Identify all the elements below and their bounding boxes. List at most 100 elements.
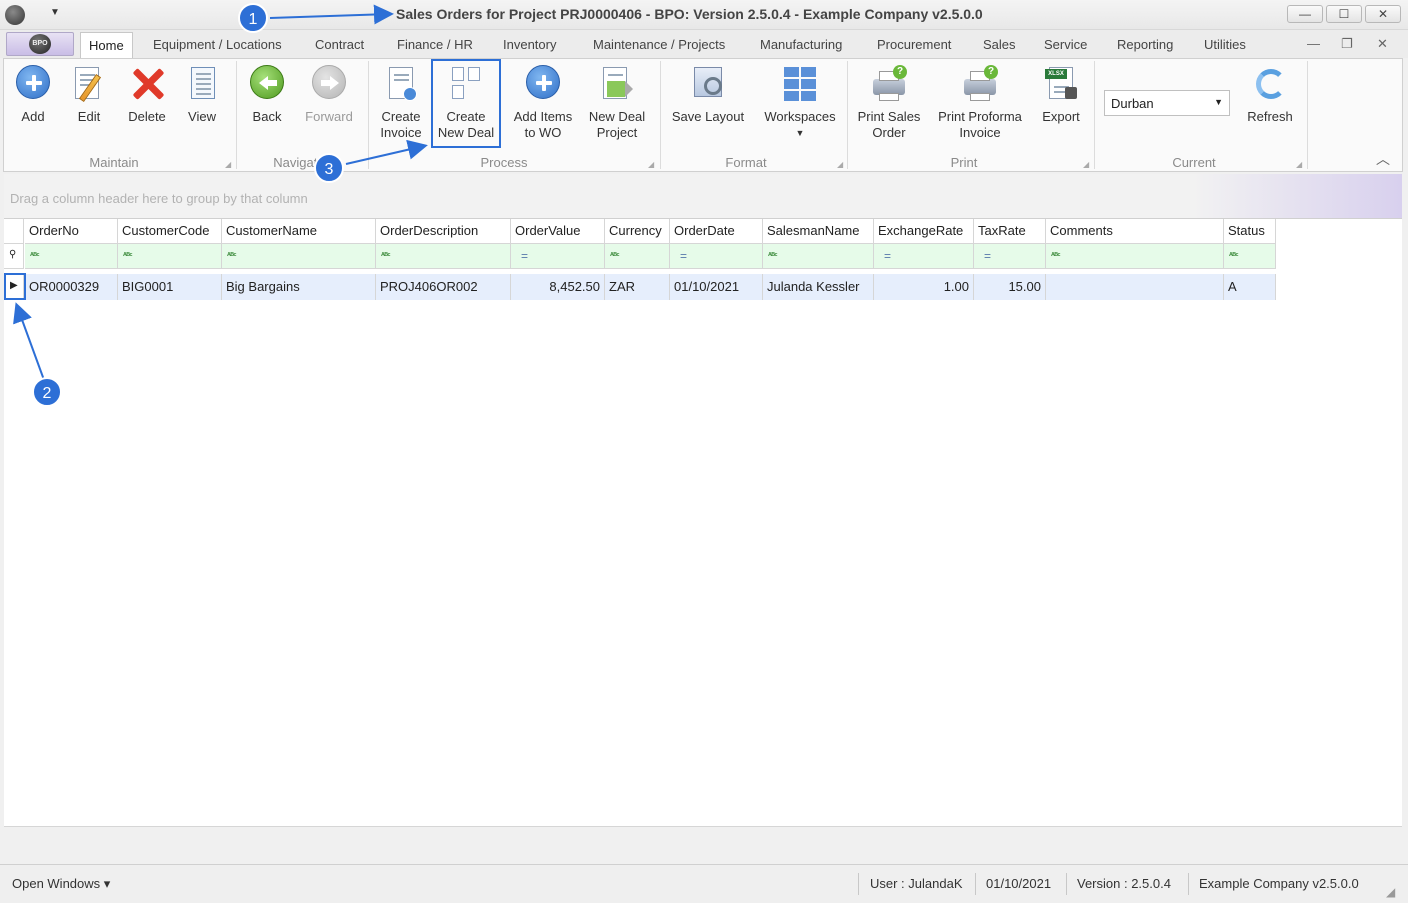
create-invoice-button[interactable]: Create Invoice [372, 63, 430, 143]
cell-customercode[interactable]: BIG0001 [118, 274, 222, 300]
cell-orderdate[interactable]: 01/10/2021 [670, 274, 763, 300]
tab-inventory[interactable]: Inventory [503, 37, 556, 52]
filter-cell-orderdescription[interactable]: ᴬᴮᶜ [376, 244, 511, 269]
status-separator [1066, 873, 1067, 895]
tab-contract[interactable]: Contract [315, 37, 364, 52]
tab-manufacturing[interactable]: Manufacturing [760, 37, 842, 52]
edit-button[interactable]: Edit [64, 63, 114, 143]
tab-utilities[interactable]: Utilities [1204, 37, 1246, 52]
new-deal-project-button[interactable]: New Deal Project [584, 63, 650, 143]
tab-service[interactable]: Service [1044, 37, 1087, 52]
ribbon-separator [1307, 61, 1308, 169]
cell-salesmanname[interactable]: Julanda Kessler [763, 274, 874, 300]
add-button[interactable]: Add [8, 63, 58, 143]
resize-grip-icon[interactable]: ◢ [1386, 885, 1395, 899]
column-header-customername[interactable]: CustomerName [222, 219, 376, 244]
filter-cell-currency[interactable]: ᴬᴮᶜ [605, 244, 670, 269]
app-icon[interactable] [5, 5, 25, 25]
tab-finance-hr[interactable]: Finance / HR [397, 37, 473, 52]
cell-comments[interactable] [1046, 274, 1224, 300]
column-header-comments[interactable]: Comments [1046, 219, 1224, 244]
tab-equipment-locations[interactable]: Equipment / Locations [153, 37, 282, 52]
delete-button[interactable]: Delete [120, 63, 174, 143]
column-header-orderno[interactable]: OrderNo [25, 219, 118, 244]
add-items-to-wo-button[interactable]: Add Items to WO [508, 63, 578, 143]
export-button[interactable]: XLSX Export [1036, 63, 1086, 143]
mdi-close-icon[interactable]: ✕ [1377, 36, 1388, 52]
column-header-orderdescription[interactable]: OrderDescription [376, 219, 511, 244]
status-company: Example Company v2.5.0.0 [1199, 876, 1359, 891]
forward-button[interactable]: Forward [298, 63, 360, 143]
tab-home[interactable]: Home [80, 32, 133, 59]
filter-cell-customercode[interactable]: ᴬᴮᶜ [118, 244, 222, 269]
site-select[interactable]: Durban ▼ [1104, 90, 1230, 116]
column-header-status[interactable]: Status [1224, 219, 1276, 244]
tab-reporting[interactable]: Reporting [1117, 37, 1173, 52]
back-button[interactable]: Back [242, 63, 292, 143]
group-by-panel[interactable]: Drag a column header here to group by th… [4, 174, 1402, 218]
status-separator [975, 873, 976, 895]
tab-sales[interactable]: Sales [983, 37, 1016, 52]
cell-status[interactable]: A [1224, 274, 1276, 300]
column-header-currency[interactable]: Currency [605, 219, 670, 244]
process-launcher-icon[interactable]: ◢ [648, 160, 654, 169]
filter-cell-orderdate[interactable]: = [670, 244, 763, 269]
xlsx-export-icon: XLSX [1043, 65, 1079, 103]
print-proforma-invoice-button[interactable]: ? Print Proforma Invoice [932, 63, 1028, 143]
cell-taxrate[interactable]: 15.00 [974, 274, 1046, 300]
current-launcher-icon[interactable]: ◢ [1296, 160, 1302, 169]
cell-orderno[interactable]: OR0000329 [25, 274, 118, 300]
cell-orderdescription[interactable]: PROJ406OR002 [376, 274, 511, 300]
cell-ordervalue[interactable]: 8,452.50 [511, 274, 605, 300]
tab-procurement[interactable]: Procurement [877, 37, 951, 52]
window-title: Sales Orders for Project PRJ0000406 - BP… [396, 6, 983, 22]
filter-row-indicator: ⚲ [4, 244, 24, 269]
mdi-minimize-icon[interactable]: — [1307, 36, 1320, 51]
column-header-customercode[interactable]: CustomerCode [118, 219, 222, 244]
cell-currency[interactable]: ZAR [605, 274, 670, 300]
column-header-taxrate[interactable]: TaxRate [974, 219, 1046, 244]
save-layout-button[interactable]: Save Layout [666, 63, 750, 143]
filter-cell-comments[interactable]: ᴬᴮᶜ [1046, 244, 1224, 269]
cell-exchangerate[interactable]: 1.00 [874, 274, 974, 300]
filter-cell-orderno[interactable]: ᴬᴮᶜ [25, 244, 118, 269]
application-menu-button[interactable]: BPO [6, 32, 74, 56]
forward-arrow-icon [311, 65, 347, 103]
filter-cell-status[interactable]: ᴬᴮᶜ [1224, 244, 1276, 269]
title-bar: ▼ Sales Orders for Project PRJ0000406 - … [0, 0, 1408, 30]
print-launcher-icon[interactable]: ◢ [1083, 160, 1089, 169]
group-navigation-label: Navigation [273, 155, 335, 170]
cell-customername[interactable]: Big Bargains [222, 274, 376, 300]
text-filter-icon: ᴬᴮᶜ [768, 251, 778, 260]
column-header-ordervalue[interactable]: OrderValue [511, 219, 605, 244]
text-filter-icon: ᴬᴮᶜ [30, 251, 40, 260]
delete-icon [129, 65, 165, 103]
minimize-button[interactable]: — [1287, 5, 1323, 23]
column-header-salesmanname[interactable]: SalesmanName [763, 219, 874, 244]
group-print-label: Print [950, 155, 978, 170]
collapse-ribbon-icon[interactable]: ︿ [1376, 149, 1390, 169]
maximize-button[interactable]: ☐ [1326, 5, 1362, 23]
column-header-exchangerate[interactable]: ExchangeRate [874, 219, 974, 244]
sales-orders-grid: ⚲ ▶ OrderNo CustomerCode CustomerName Or… [4, 218, 1402, 826]
filter-cell-customername[interactable]: ᴬᴮᶜ [222, 244, 376, 269]
open-windows-menu[interactable]: Open Windows ▾ [12, 876, 110, 892]
filter-cell-ordervalue[interactable]: = [511, 244, 605, 269]
filter-cell-exchangerate[interactable]: = [874, 244, 974, 269]
quick-access-dropdown-icon[interactable]: ▼ [50, 7, 60, 18]
filter-cell-salesmanname[interactable]: ᴬᴮᶜ [763, 244, 874, 269]
workspaces-button[interactable]: Workspaces ▼ [758, 63, 842, 143]
close-button[interactable]: ✕ [1365, 5, 1401, 23]
equals-filter-icon: = [680, 249, 688, 263]
mdi-restore-icon[interactable]: ❐ [1341, 36, 1353, 52]
view-button[interactable]: View [178, 63, 226, 143]
filter-cell-taxrate[interactable]: = [974, 244, 1046, 269]
format-launcher-icon[interactable]: ◢ [837, 160, 843, 169]
column-header-orderdate[interactable]: OrderDate [670, 219, 763, 244]
tab-maintenance-projects[interactable]: Maintenance / Projects [593, 37, 725, 52]
bpo-logo-icon: BPO [29, 34, 51, 54]
status-bar: Open Windows ▾ User : JulandaK 01/10/202… [0, 864, 1408, 903]
print-sales-order-button[interactable]: ? Print Sales Order [852, 63, 926, 143]
refresh-button[interactable]: Refresh [1240, 63, 1300, 143]
maintain-launcher-icon[interactable]: ◢ [225, 160, 231, 169]
